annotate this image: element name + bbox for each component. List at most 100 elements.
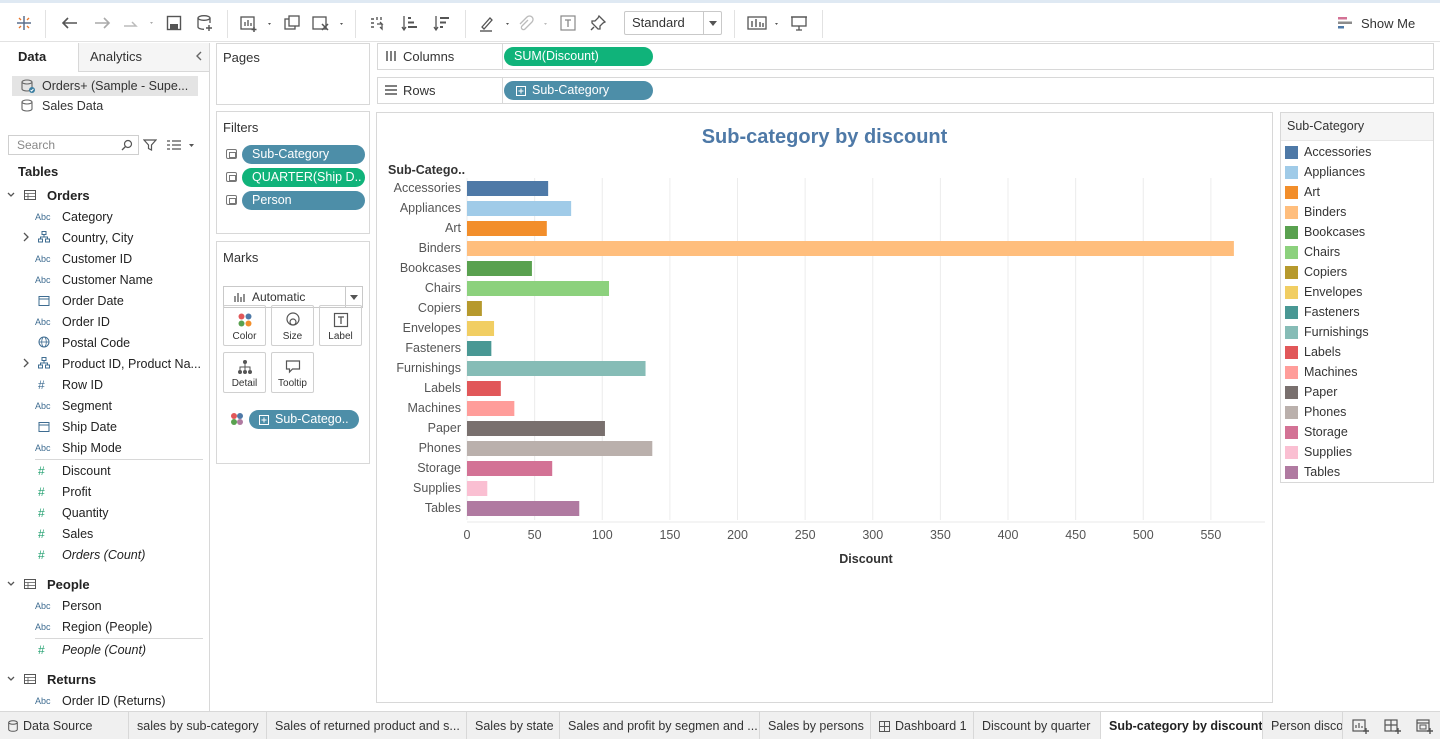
bar-paper[interactable] <box>467 421 605 436</box>
legend-item-phones[interactable]: Phones <box>1285 402 1346 422</box>
legend-item-copiers[interactable]: Copiers <box>1285 262 1347 282</box>
pages-card[interactable]: Pages <box>216 43 370 105</box>
chevron-down-icon[interactable] <box>7 581 15 587</box>
duplicate-sheet-icon[interactable] <box>280 9 304 37</box>
tooltip-button[interactable]: Tooltip <box>271 352 314 393</box>
bar-copiers[interactable] <box>467 301 482 316</box>
filters-card[interactable]: Filters Sub-Category QUARTER(Ship D.. Pe… <box>216 111 370 234</box>
bar-fasteners[interactable] <box>467 341 492 356</box>
bar-labels[interactable] <box>467 381 501 396</box>
show-mark-labels-icon[interactable] <box>556 9 580 37</box>
data-source-item-orders[interactable]: Orders+ (Sample - Supe... <box>12 76 198 96</box>
legend-item-machines[interactable]: Machines <box>1285 362 1358 382</box>
highlight-icon[interactable] <box>476 9 512 37</box>
field-person[interactable]: Abc Person <box>0 595 204 616</box>
filter-pill-quarter-ship-date[interactable]: QUARTER(Ship D.. <box>242 168 365 187</box>
field-ship-date[interactable]: Ship Date <box>0 416 204 437</box>
new-worksheet-icon[interactable] <box>238 9 274 37</box>
field-segment[interactable]: Abc Segment <box>0 395 204 416</box>
field-order-id[interactable]: Abc Order ID <box>0 311 204 332</box>
filter-fields-icon[interactable] <box>143 135 157 155</box>
new-dashboard-tab-icon[interactable] <box>1384 718 1402 734</box>
field-country-city[interactable]: Country, City <box>0 227 204 248</box>
view-data-icon[interactable] <box>166 135 196 155</box>
worksheet-view[interactable]: Sub-category by discount Sub-Catego.. Acc… <box>376 112 1273 703</box>
legend-item-furnishings[interactable]: Furnishings <box>1285 322 1369 342</box>
data-source-item-sales-data[interactable]: Sales Data <box>12 96 198 116</box>
search-input[interactable]: Search <box>8 135 139 155</box>
bar-art[interactable] <box>467 221 547 236</box>
marks-pill-sub-category[interactable]: Sub-Catego.. <box>249 410 359 429</box>
legend-item-binders[interactable]: Binders <box>1285 202 1346 222</box>
sheet-tab-sub-category-by-discount[interactable]: Sub-category by discount <box>1101 712 1263 739</box>
measure-profit[interactable]: # Profit <box>0 481 204 502</box>
sheet-tab-sales-and-profit-by-segmen-and[interactable]: Sales and profit by segmen and ... <box>560 712 760 739</box>
field-order-date[interactable]: Order Date <box>0 290 204 311</box>
bar-storage[interactable] <box>467 461 553 476</box>
bar-machines[interactable] <box>467 401 515 416</box>
field-postal-code[interactable]: Postal Code <box>0 332 204 353</box>
sort-ascending-icon[interactable] <box>397 9 421 37</box>
legend-item-storage[interactable]: Storage <box>1285 422 1348 442</box>
show-me-button[interactable]: Show Me <box>1336 11 1415 35</box>
legend-item-bookcases[interactable]: Bookcases <box>1285 222 1365 242</box>
show-cards-icon[interactable] <box>745 9 781 37</box>
bar-binders[interactable] <box>467 241 1234 256</box>
field-order-id-returns[interactable]: Abc Order ID (Returns) <box>0 690 204 711</box>
sheet-tab-sales-by-sub-category[interactable]: sales by sub-category <box>129 712 267 739</box>
bar-supplies[interactable] <box>467 481 488 496</box>
swap-rows-columns-icon[interactable] <box>365 9 389 37</box>
sheet-tab-sales-of-returned-product-and-s[interactable]: Sales of returned product and s... <box>267 712 467 739</box>
color-legend[interactable]: Sub-Category Accessories Appliances Art Bin… <box>1280 112 1434 483</box>
field-customer-name[interactable]: Abc Customer Name <box>0 269 204 290</box>
bar-bookcases[interactable] <box>467 261 532 276</box>
sheet-tab-discount-by-quarter[interactable]: Discount by quarter <box>974 712 1101 739</box>
presentation-mode-icon[interactable] <box>787 9 811 37</box>
bar-accessories[interactable] <box>467 181 549 196</box>
tableau-logo-icon[interactable] <box>12 9 36 37</box>
sheet-tab-sales-by-persons[interactable]: Sales by persons <box>760 712 871 739</box>
measure-orders-count[interactable]: # Orders (Count) <box>0 544 204 565</box>
legend-item-labels[interactable]: Labels <box>1285 342 1341 362</box>
field-ship-mode[interactable]: Abc Ship Mode <box>0 437 204 458</box>
chevron-right-icon[interactable] <box>23 232 29 242</box>
chevron-down-icon[interactable] <box>7 192 15 198</box>
columns-shelf[interactable]: Columns SUM(Discount) <box>377 43 1434 70</box>
measure-discount[interactable]: # Discount <box>0 460 204 481</box>
measure-people-count[interactable]: # People (Count) <box>0 639 204 660</box>
legend-item-art[interactable]: Art <box>1285 182 1320 202</box>
bar-furnishings[interactable] <box>467 361 646 376</box>
bar-chart[interactable]: Sub-Catego.. Accessories Appliances Art Bind… <box>377 113 1272 702</box>
size-button[interactable]: Size <box>271 305 314 346</box>
clear-sheet-icon[interactable] <box>310 9 346 37</box>
legend-item-envelopes[interactable]: Envelopes <box>1285 282 1362 302</box>
detail-button[interactable]: Detail <box>223 352 266 393</box>
field-row-id[interactable]: # Row ID <box>0 374 204 395</box>
new-story-tab-icon[interactable] <box>1416 718 1434 734</box>
bar-phones[interactable] <box>467 441 653 456</box>
bar-appliances[interactable] <box>467 201 572 216</box>
marks-card[interactable]: Marks Automatic Color Size Label Detail … <box>216 241 370 464</box>
chevron-right-icon[interactable] <box>23 358 29 368</box>
expand-plus-icon[interactable] <box>259 415 269 425</box>
legend-item-chairs[interactable]: Chairs <box>1285 242 1340 262</box>
replay-icon[interactable] <box>120 9 156 37</box>
sheet-tab-person-disco[interactable]: Person disco <box>1263 712 1343 739</box>
measure-quantity[interactable]: # Quantity <box>0 502 204 523</box>
new-data-source-icon[interactable] <box>193 9 217 37</box>
field-customer-id[interactable]: Abc Customer ID <box>0 248 204 269</box>
chevron-down-icon[interactable] <box>7 676 15 682</box>
color-button[interactable]: Color <box>223 305 266 346</box>
redo-icon[interactable] <box>90 9 114 37</box>
pin-icon[interactable] <box>586 9 610 37</box>
columns-pill-sum-discount[interactable]: SUM(Discount) <box>504 47 653 66</box>
rows-shelf[interactable]: Rows Sub-Category <box>377 77 1434 104</box>
field-product-id-product-na[interactable]: Product ID, Product Na... <box>0 353 204 374</box>
legend-item-supplies[interactable]: Supplies <box>1285 442 1352 462</box>
field-category[interactable]: Abc Category <box>0 206 204 227</box>
tab-analytics[interactable]: Analytics <box>79 43 209 72</box>
fit-width-select[interactable]: Standard <box>624 11 722 35</box>
sort-descending-icon[interactable] <box>429 9 453 37</box>
undo-icon[interactable] <box>58 9 82 37</box>
chevron-down-icon[interactable] <box>345 287 362 307</box>
